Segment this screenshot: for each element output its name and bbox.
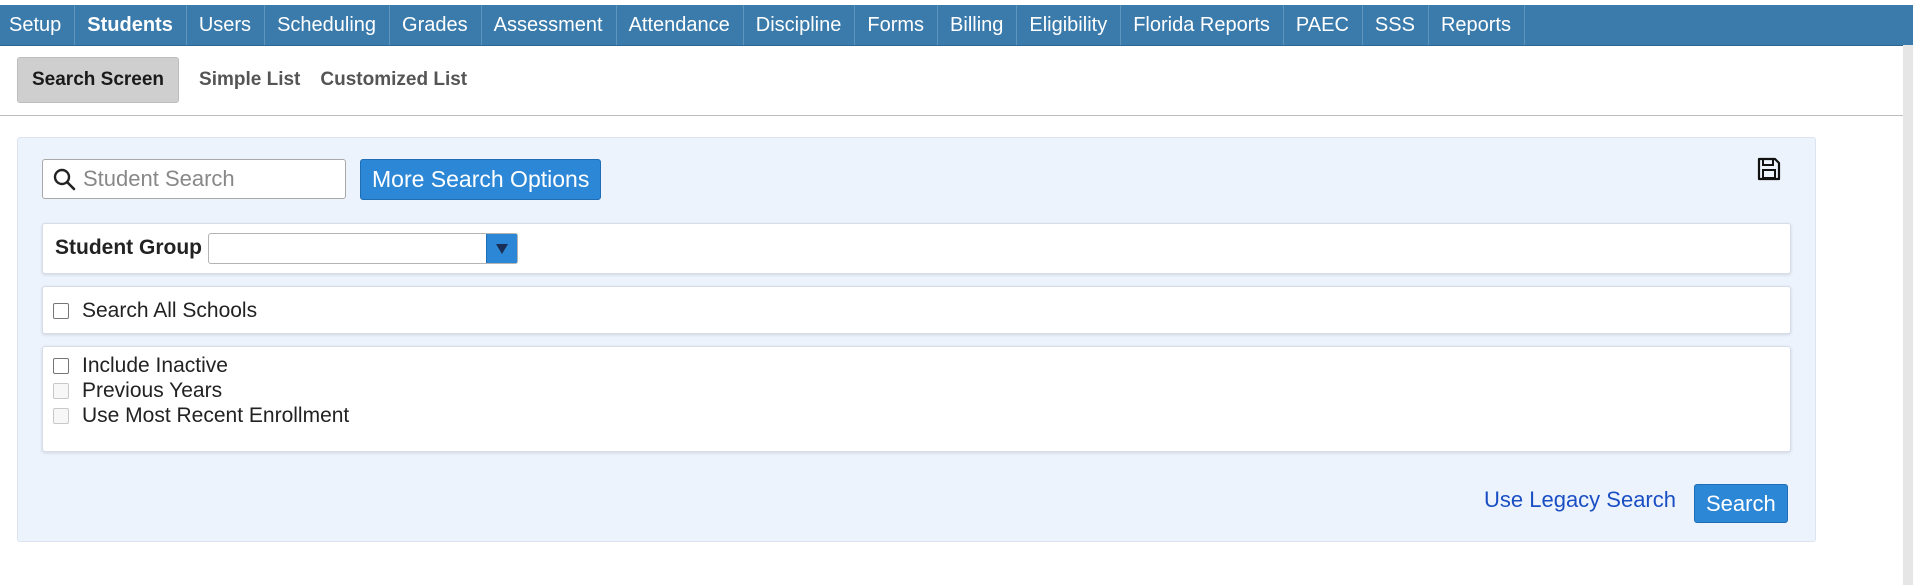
nav-setup[interactable]: Setup xyxy=(0,5,76,45)
sub-nav: Search Screen Simple List Customized Lis… xyxy=(17,57,477,103)
divider xyxy=(0,115,1903,116)
more-search-options-button[interactable]: More Search Options xyxy=(360,159,602,200)
search-all-schools-checkbox[interactable] xyxy=(53,303,69,319)
student-group-label: Student Group xyxy=(55,236,202,259)
scrollbar[interactable] xyxy=(1903,45,1913,585)
nav-users[interactable]: Users xyxy=(187,5,266,45)
include-inactive-row: Include Inactive xyxy=(53,354,228,378)
include-inactive-label: Include Inactive xyxy=(82,354,228,377)
nav-sss[interactable]: SSS xyxy=(1363,5,1429,45)
use-most-recent-enrollment-checkbox[interactable] xyxy=(53,408,69,424)
student-group-select[interactable] xyxy=(208,233,518,264)
nav-attendance[interactable]: Attendance xyxy=(617,5,744,45)
tab-simple-list[interactable]: Simple List xyxy=(189,58,310,102)
tab-search-screen[interactable]: Search Screen xyxy=(17,57,180,103)
use-most-recent-enrollment-row: Use Most Recent Enrollment xyxy=(53,404,349,428)
main-nav: Setup Students Users Scheduling Grades A… xyxy=(0,5,1913,46)
chevron-down-icon[interactable] xyxy=(486,234,517,263)
enrollment-options-box: Include Inactive Previous Years Use Most… xyxy=(42,346,1791,452)
nav-eligibility[interactable]: Eligibility xyxy=(1017,5,1122,45)
use-most-recent-enrollment-label: Use Most Recent Enrollment xyxy=(82,404,350,427)
nav-reports[interactable]: Reports xyxy=(1429,5,1525,45)
previous-years-label: Previous Years xyxy=(82,379,223,402)
nav-billing[interactable]: Billing xyxy=(938,5,1018,45)
save-icon[interactable] xyxy=(1756,156,1782,182)
nav-students[interactable]: Students xyxy=(75,5,187,45)
search-all-schools-label: Search All Schools xyxy=(82,299,258,322)
search-panel: More Search Options Student Group Search… xyxy=(17,137,1816,542)
nav-florida-reports[interactable]: Florida Reports xyxy=(1121,5,1284,45)
search-button[interactable]: Search xyxy=(1694,484,1788,523)
previous-years-checkbox[interactable] xyxy=(53,383,69,399)
student-search-input[interactable] xyxy=(81,165,335,193)
nav-forms[interactable]: Forms xyxy=(855,5,939,45)
nav-assessment[interactable]: Assessment xyxy=(482,5,617,45)
nav-paec[interactable]: PAEC xyxy=(1284,5,1363,45)
nav-scheduling[interactable]: Scheduling xyxy=(265,5,391,45)
use-legacy-search-link[interactable]: Use Legacy Search xyxy=(1484,487,1676,513)
nav-discipline[interactable]: Discipline xyxy=(744,5,856,45)
previous-years-row: Previous Years xyxy=(53,379,222,403)
student-search-box[interactable] xyxy=(42,159,346,199)
tab-customized-list[interactable]: Customized List xyxy=(310,58,477,102)
nav-grades[interactable]: Grades xyxy=(390,5,482,45)
student-group-box: Student Group xyxy=(42,223,1791,274)
search-all-schools-box: Search All Schools xyxy=(42,286,1791,334)
search-icon xyxy=(51,166,77,192)
search-all-schools-row: Search All Schools xyxy=(53,299,257,323)
include-inactive-checkbox[interactable] xyxy=(53,358,69,374)
